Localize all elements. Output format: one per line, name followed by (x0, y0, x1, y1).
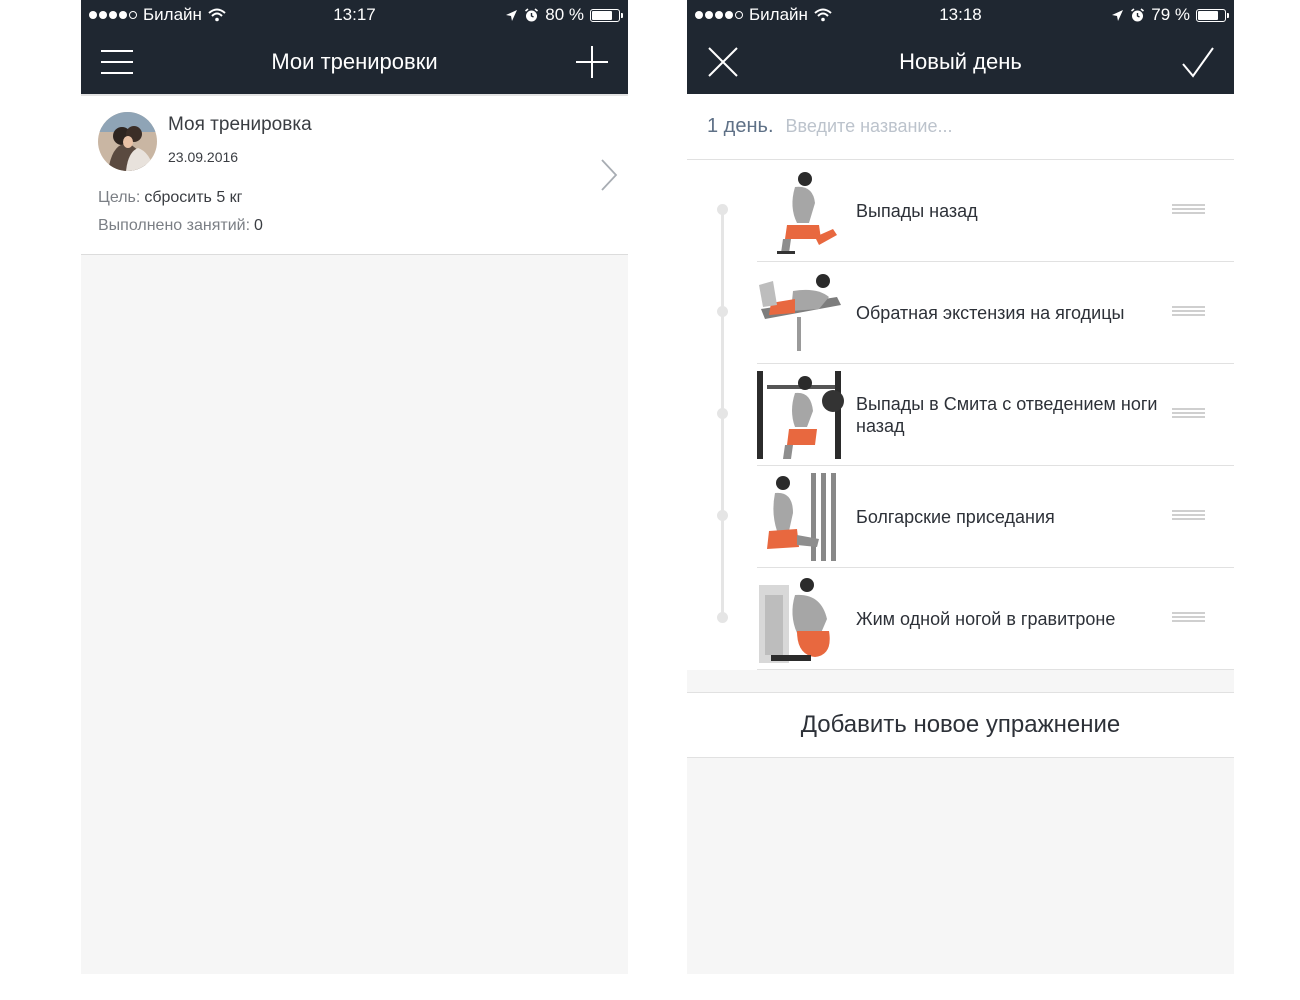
drag-handle-icon[interactable] (1172, 204, 1205, 216)
exercise-thumbnail (757, 371, 845, 459)
avatar (98, 112, 157, 171)
exercise-row[interactable]: Выпады назад (717, 160, 1234, 262)
completed-value: 0 (254, 217, 263, 234)
nav-bar: Мои тренировки (81, 30, 628, 94)
day-number-label: 1 день. (707, 115, 774, 137)
timeline-dot (717, 204, 728, 215)
battery-icon (1196, 8, 1229, 22)
exercise-row[interactable]: Выпады в Смита с отведением ноги назад (717, 364, 1234, 466)
exercise-row[interactable]: Болгарские приседания (717, 466, 1234, 568)
page-title: Мои тренировки (271, 49, 438, 74)
workout-card[interactable]: Моя тренировка 23.09.2016 Цель: сбросить … (81, 94, 628, 255)
exercise-list: Выпады назад Обратная экстензия на ягоди… (687, 160, 1234, 670)
battery-icon (590, 8, 623, 22)
goal-value: сбросить 5 кг (144, 189, 243, 206)
drag-handle-icon[interactable] (1172, 510, 1205, 522)
nav-bar: Новый день (687, 30, 1234, 94)
workout-date: 23.09.2016 (168, 149, 239, 165)
exercise-thumbnail (757, 575, 845, 663)
battery-percent: 80 % (545, 5, 584, 24)
exercise-row[interactable]: Жим одной ногой в гравитроне (717, 568, 1234, 670)
exercise-name: Жим одной ногой в гравитроне (856, 608, 1116, 629)
exercise-name: Обратная экстензия на ягодицы (856, 302, 1125, 323)
exercise-row[interactable]: Обратная экстензия на ягодицы (717, 262, 1234, 364)
close-icon (708, 47, 738, 77)
timeline-dot (717, 408, 728, 419)
wifi-icon (208, 8, 226, 22)
goal-row: Цель: сбросить 5 кг (98, 189, 243, 207)
completed-sessions-row: Выполнено занятий: 0 (98, 217, 263, 235)
alarm-icon (525, 7, 539, 21)
status-bar: Билайн 13:17 80 % (81, 0, 628, 30)
location-icon (1112, 9, 1124, 21)
drag-handle-icon[interactable] (1172, 306, 1205, 318)
timeline-dot (717, 306, 728, 317)
save-button[interactable] (1166, 30, 1230, 94)
signal-icon (89, 11, 137, 19)
checkmark-icon (1182, 47, 1214, 78)
close-button[interactable] (691, 30, 755, 94)
location-icon (506, 9, 518, 21)
alarm-icon (1131, 7, 1145, 21)
exercise-thumbnail (757, 473, 845, 561)
add-exercise-button[interactable]: Добавить новое упражнение (687, 692, 1234, 758)
exercise-name: Выпады назад (856, 200, 978, 221)
timeline-dot (717, 510, 728, 521)
workout-name: Моя тренировка (168, 114, 312, 135)
menu-icon (101, 50, 133, 74)
page-title: Новый день (899, 49, 1022, 74)
exercise-thumbnail (757, 167, 845, 255)
new-day-screen: Билайн 13:18 79 % Новый день 1 день. Вве… (687, 0, 1234, 974)
wifi-icon (814, 8, 832, 22)
menu-button[interactable] (85, 30, 149, 94)
drag-handle-icon[interactable] (1172, 408, 1205, 420)
my-workouts-screen: Билайн 13:17 80 % Мои тренировки Моя тре… (81, 0, 628, 974)
signal-icon (695, 11, 743, 19)
status-bar: Билайн 13:18 79 % (687, 0, 1234, 30)
carrier-label: Билайн (143, 5, 202, 24)
completed-label: Выполнено занятий: (98, 217, 251, 234)
drag-handle-icon[interactable] (1172, 612, 1205, 624)
carrier-label: Билайн (749, 5, 808, 24)
chevron-right-icon (601, 159, 618, 191)
goal-label: Цель: (98, 189, 141, 206)
exercise-name: Болгарские приседания (856, 506, 1055, 527)
day-name-input[interactable] (785, 116, 1166, 137)
exercise-name: Выпады в Смита с отведением ноги назад (856, 393, 1158, 436)
timeline-dot (717, 612, 728, 623)
exercise-thumbnail (757, 269, 845, 357)
day-header: 1 день. (687, 94, 1234, 160)
battery-percent: 79 % (1151, 5, 1190, 24)
plus-icon (576, 46, 608, 78)
add-workout-button[interactable] (560, 30, 624, 94)
